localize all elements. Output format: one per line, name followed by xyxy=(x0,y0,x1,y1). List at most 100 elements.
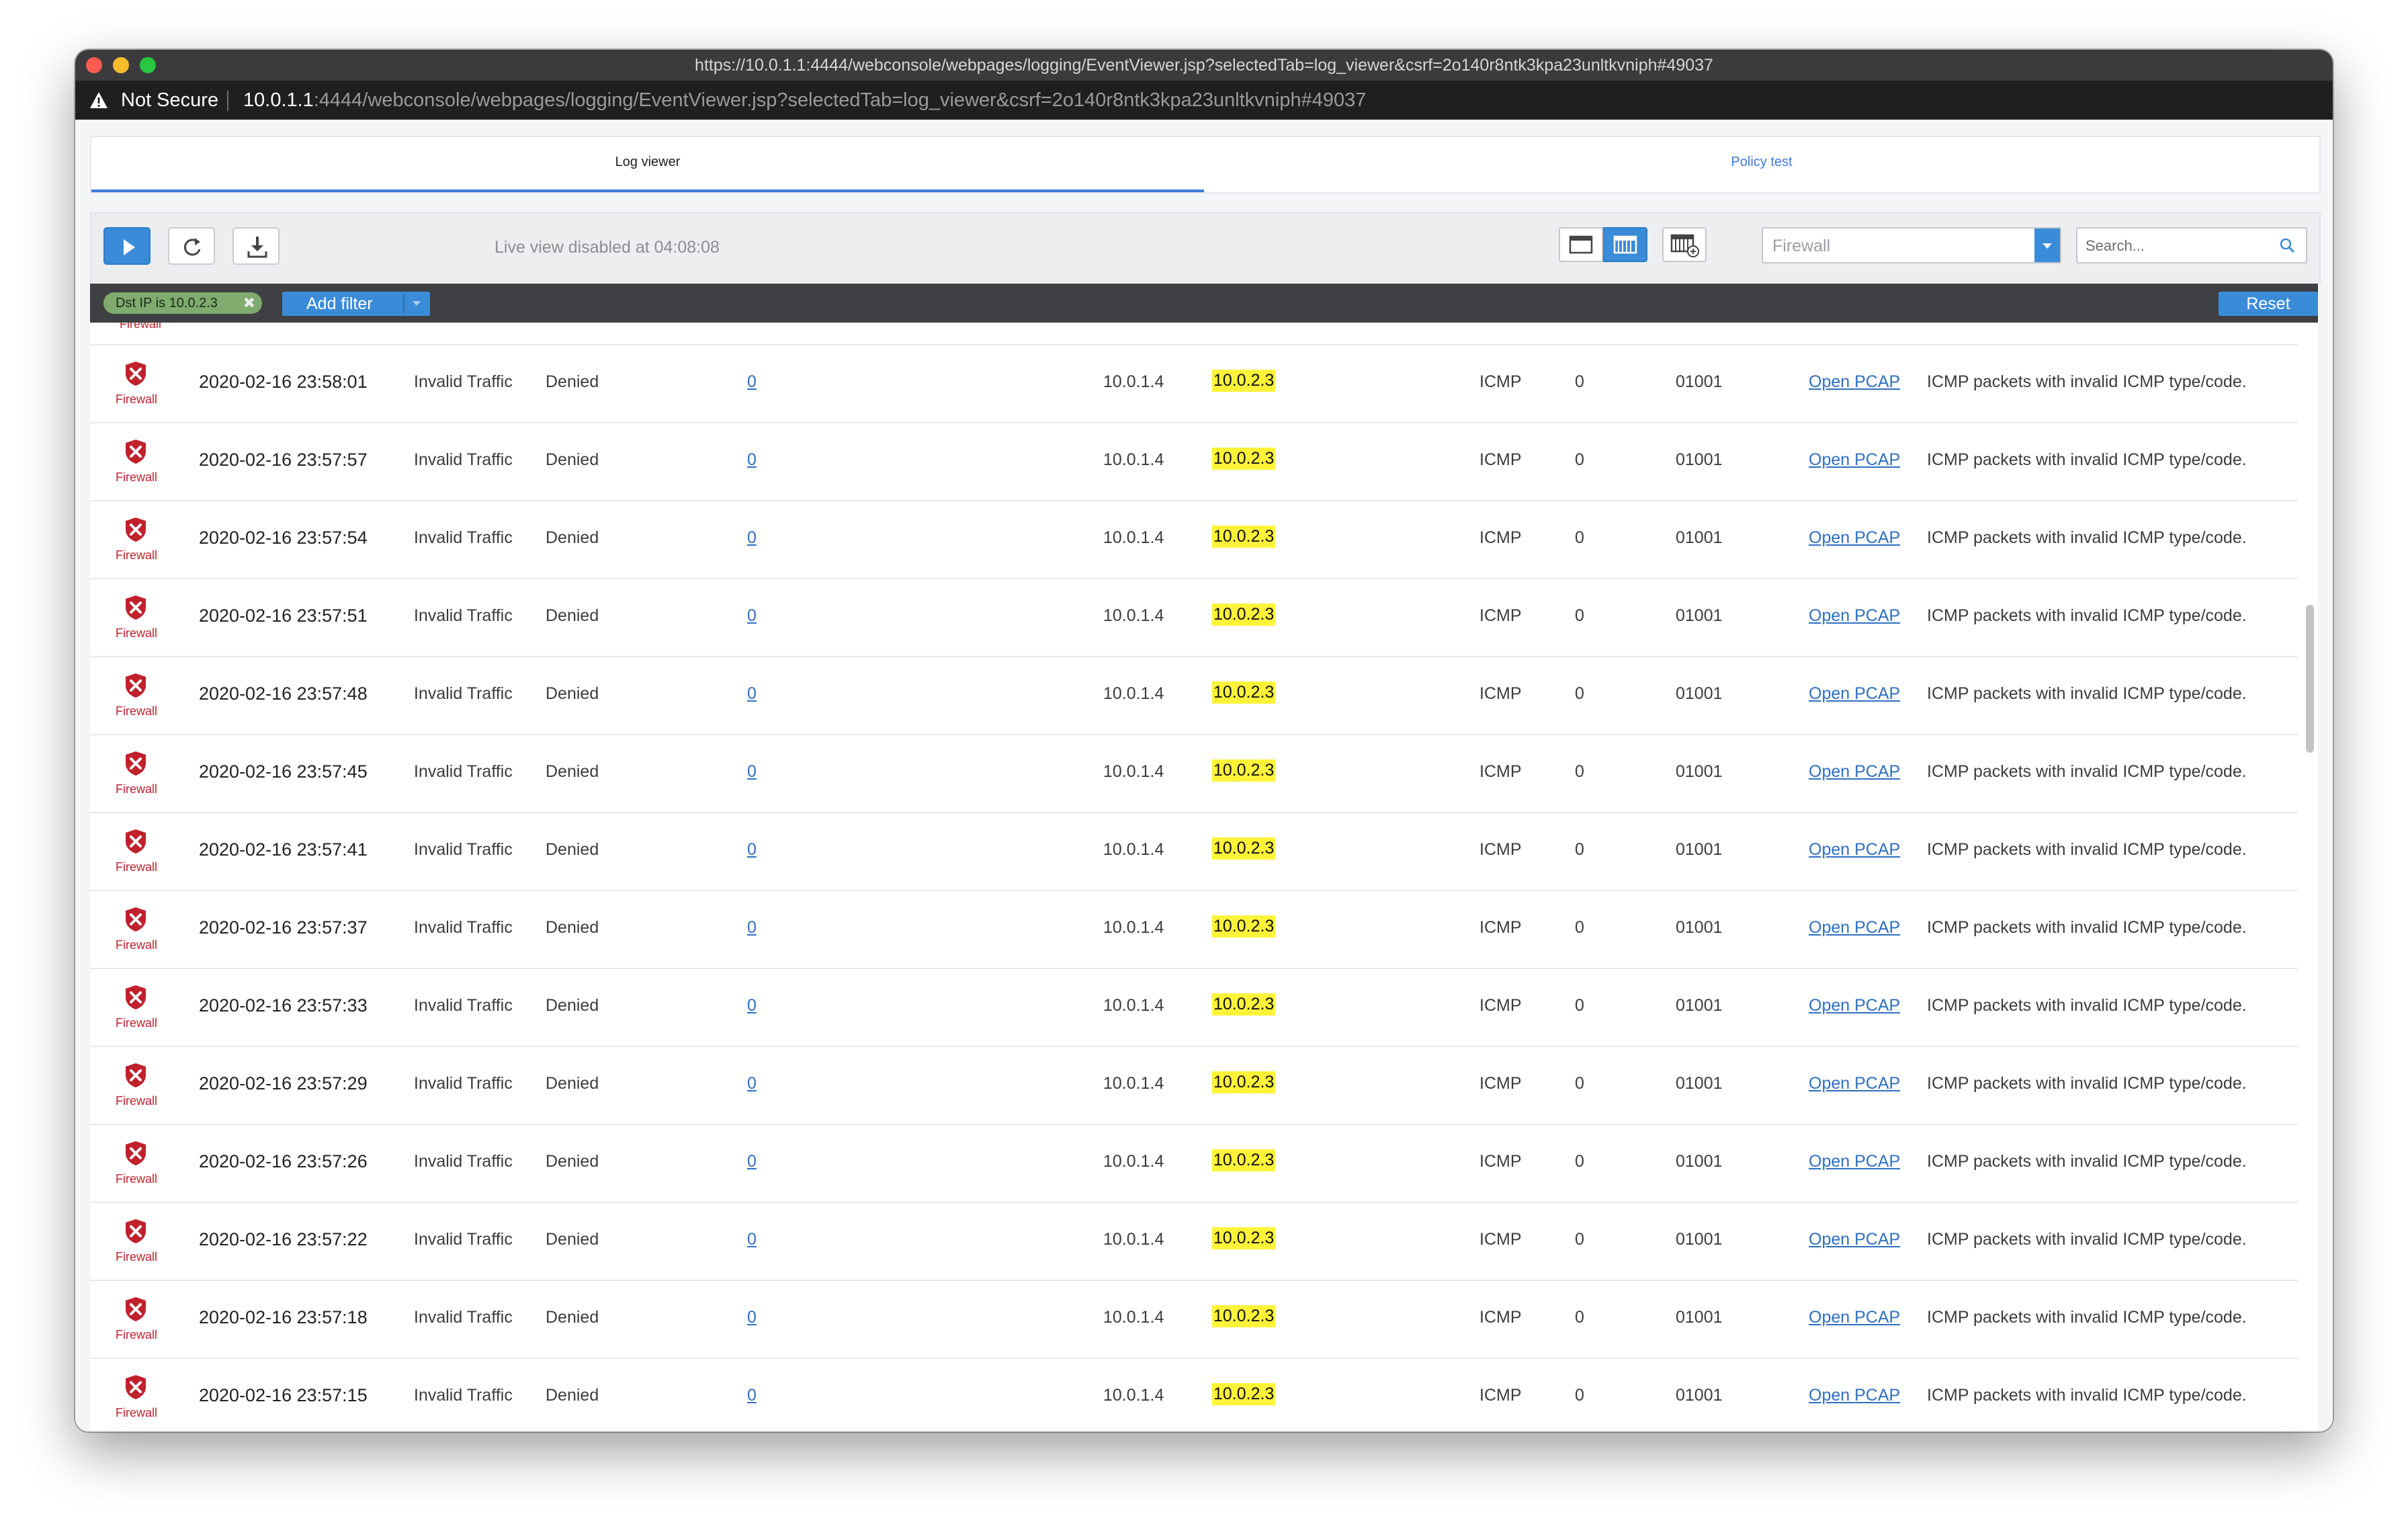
log-row[interactable]: Firewall 2020-02-16 23:57:18 Invalid Tra… xyxy=(90,1281,2298,1359)
log-row[interactable]: Firewall 2020-02-16 23:58:01 Invalid Tra… xyxy=(90,345,2298,423)
row-rule-link[interactable]: 0 xyxy=(747,1074,757,1093)
row-protocol: ICMP xyxy=(1479,1074,1522,1093)
log-row[interactable]: Firewall 2020-02-16 23:57:57 Invalid Tra… xyxy=(90,423,2298,501)
row-rule-link[interactable]: 0 xyxy=(747,1230,757,1249)
scrollbar-thumb[interactable] xyxy=(2306,605,2314,753)
remove-filter-icon[interactable]: ✖ xyxy=(243,292,255,314)
row-dst-ip: 10.0.2.3 xyxy=(1212,1071,1276,1093)
row-message: ICMP packets with invalid ICMP type/code… xyxy=(1927,1230,2247,1249)
chevron-down-icon[interactable] xyxy=(2034,229,2060,262)
browser-window: https://10.0.1.1:4444/webconsole/webpage… xyxy=(75,50,2333,1432)
search-input[interactable] xyxy=(2084,234,2268,258)
layout-columns-icon xyxy=(1613,235,1637,254)
download-button[interactable] xyxy=(232,227,280,265)
log-row[interactable]: Firewall 2020-02-16 23:57:15 Invalid Tra… xyxy=(90,1359,2298,1432)
row-rule-link[interactable]: 0 xyxy=(747,684,757,704)
open-pcap-link[interactable]: Open PCAP xyxy=(1809,1230,1900,1249)
open-pcap-link[interactable]: Open PCAP xyxy=(1809,450,1900,470)
module-label: Firewall xyxy=(116,626,158,640)
open-pcap-link[interactable]: Open PCAP xyxy=(1809,996,1900,1016)
row-rule-link[interactable]: 0 xyxy=(747,762,757,782)
log-row[interactable]: Firewall 2020-02-16 23:57:45 Invalid Tra… xyxy=(90,735,2298,813)
tab-log-viewer[interactable]: Log viewer xyxy=(91,137,1204,192)
row-message: ICMP packets with invalid ICMP type/code… xyxy=(1927,840,2247,859)
log-row[interactable]: Firewall 2020-02-16 23:57:41 Invalid Tra… xyxy=(90,813,2298,891)
row-count: 0 xyxy=(1575,1386,1584,1405)
log-row[interactable]: Firewall 2020-02-16 23:57:54 Invalid Tra… xyxy=(90,501,2298,579)
row-rule-link[interactable]: 0 xyxy=(747,1308,757,1327)
row-rule-link[interactable]: 0 xyxy=(747,918,757,938)
log-row[interactable]: Firewall 2020-02-16 23:57:37 Invalid Tra… xyxy=(90,891,2298,969)
not-secure-label[interactable]: Not Secure xyxy=(121,81,218,120)
module-select[interactable]: Firewall xyxy=(1762,227,2061,263)
row-category: Invalid Traffic xyxy=(414,762,513,781)
row-dst-ip: 10.0.2.3 xyxy=(1212,837,1276,860)
row-code: 01001 xyxy=(1676,372,1723,391)
row-rule-link[interactable]: 0 xyxy=(747,372,757,392)
open-pcap-link[interactable]: Open PCAP xyxy=(1809,918,1900,938)
address-divider xyxy=(227,91,228,111)
maximize-window-button[interactable] xyxy=(140,57,156,73)
address-bar[interactable]: Not Secure 10.0.1.1:4444/webconsole/webp… xyxy=(75,81,2333,120)
row-protocol: ICMP xyxy=(1479,1230,1522,1249)
address-url[interactable]: 10.0.1.1:4444/webconsole/webpages/loggin… xyxy=(243,81,1366,120)
row-category: Invalid Traffic xyxy=(414,1152,513,1171)
refresh-button[interactable] xyxy=(168,227,215,265)
row-rule-link[interactable]: 0 xyxy=(747,450,757,470)
title-bar: https://10.0.1.1:4444/webconsole/webpage… xyxy=(75,50,2333,81)
scrollbar[interactable] xyxy=(2300,323,2318,1432)
module-label: Firewall xyxy=(116,1406,158,1419)
layout-columns-button[interactable] xyxy=(1603,227,1647,262)
add-filter-button[interactable]: Add filter xyxy=(282,292,430,316)
row-rule-link[interactable]: 0 xyxy=(747,606,757,626)
tab-policy-test[interactable]: Policy test xyxy=(1204,137,2319,192)
minimize-window-button[interactable] xyxy=(113,57,129,73)
row-rule-link[interactable]: 0 xyxy=(747,840,757,860)
module-label: Firewall xyxy=(116,392,158,406)
open-pcap-link[interactable]: Open PCAP xyxy=(1809,606,1900,626)
row-count: 0 xyxy=(1575,606,1584,625)
open-pcap-link[interactable]: Open PCAP xyxy=(1809,1308,1900,1327)
row-rule-link[interactable]: 0 xyxy=(747,1386,757,1405)
open-pcap-link[interactable]: Open PCAP xyxy=(1809,684,1900,704)
open-pcap-link[interactable]: Open PCAP xyxy=(1809,840,1900,860)
chevron-down-icon[interactable] xyxy=(407,298,426,309)
log-row[interactable]: Firewall 2020-02-16 23:57:51 Invalid Tra… xyxy=(90,579,2298,657)
log-row[interactable]: Firewall 2020-02-16 23:57:48 Invalid Tra… xyxy=(90,657,2298,735)
filter-chip[interactable]: Dst IP is 10.0.2.3 ✖ xyxy=(103,292,262,314)
row-code: 01001 xyxy=(1676,918,1723,937)
add-column-button[interactable] xyxy=(1662,227,1707,262)
open-pcap-link[interactable]: Open PCAP xyxy=(1809,528,1900,548)
layout-single-button[interactable] xyxy=(1559,227,1603,262)
open-pcap-link[interactable]: Open PCAP xyxy=(1809,1386,1900,1405)
row-category: Invalid Traffic xyxy=(414,606,513,625)
close-window-button[interactable] xyxy=(86,57,102,73)
row-timestamp: 2020-02-16 23:57:22 xyxy=(199,1229,368,1249)
row-category: Invalid Traffic xyxy=(414,1074,513,1093)
row-rule-link[interactable]: 0 xyxy=(747,996,757,1016)
open-pcap-link[interactable]: Open PCAP xyxy=(1809,762,1900,782)
row-protocol: ICMP xyxy=(1479,1386,1522,1405)
row-category: Invalid Traffic xyxy=(414,372,513,391)
row-rule-link[interactable]: 0 xyxy=(747,528,757,548)
log-row[interactable]: Firewall 2020-02-16 23:57:22 Invalid Tra… xyxy=(90,1203,2298,1281)
play-button[interactable] xyxy=(103,227,150,265)
reset-button[interactable]: Reset xyxy=(2219,292,2318,316)
row-action: Denied xyxy=(546,840,599,859)
row-protocol: ICMP xyxy=(1479,1308,1522,1327)
row-src-ip: 10.0.1.4 xyxy=(1103,918,1164,937)
log-row[interactable]: Firewall 2020-02-16 23:57:26 Invalid Tra… xyxy=(90,1125,2298,1203)
search-field[interactable] xyxy=(2076,227,2307,263)
open-pcap-link[interactable]: Open PCAP xyxy=(1809,372,1900,392)
row-protocol: ICMP xyxy=(1479,1152,1522,1171)
row-code: 01001 xyxy=(1676,684,1723,703)
url-path: :4444/webconsole/webpages/logging/EventV… xyxy=(313,89,1367,111)
row-rule-link[interactable]: 0 xyxy=(747,1152,757,1171)
open-pcap-link[interactable]: Open PCAP xyxy=(1809,1074,1900,1093)
search-icon[interactable] xyxy=(2279,237,2296,255)
row-code: 01001 xyxy=(1676,1386,1723,1405)
row-category: Invalid Traffic xyxy=(414,450,513,469)
open-pcap-link[interactable]: Open PCAP xyxy=(1809,1152,1900,1171)
log-row[interactable]: Firewall 2020-02-16 23:57:33 Invalid Tra… xyxy=(90,969,2298,1047)
log-row[interactable]: Firewall 2020-02-16 23:57:29 Invalid Tra… xyxy=(90,1047,2298,1125)
